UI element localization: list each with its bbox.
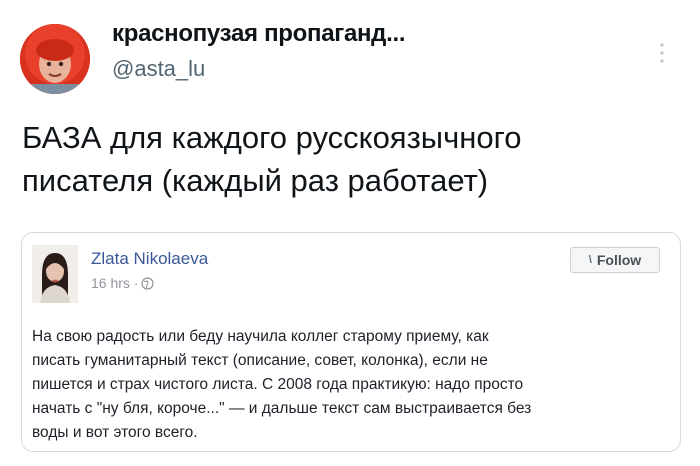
quoted-post-text-line: пишется и страх чистого листа. С 2008 го… bbox=[32, 376, 524, 393]
rss-icon: \ bbox=[588, 254, 592, 266]
tweet-text-line: писателя (каждый раз работает) bbox=[22, 163, 489, 198]
quoted-author-name[interactable]: Zlata Nikolaeva bbox=[91, 249, 208, 269]
author-handle[interactable]: @asta_lu bbox=[112, 56, 205, 82]
avatar-image bbox=[20, 24, 90, 94]
more-vertical-icon[interactable] bbox=[654, 40, 670, 66]
tweet: краснопузая пропаганд... @asta_lu БАЗА д… bbox=[0, 0, 700, 466]
follow-label: Follow bbox=[596, 252, 642, 268]
quoted-author-avatar[interactable] bbox=[32, 245, 78, 303]
quoted-post-text: На свою радость или беду научила коллег … bbox=[32, 325, 672, 445]
quoted-post-meta: 16 hrs · bbox=[91, 275, 155, 291]
quoted-post-text-line: писать гуманитарный текст (описание, сов… bbox=[32, 352, 488, 369]
quoted-post-text-line: начать с "ну бля, короче..." — и дальше … bbox=[32, 400, 532, 417]
author-name[interactable]: краснопузая пропаганд... bbox=[112, 20, 406, 48]
tweet-text: БАЗА для каждого русскоязычного писателя… bbox=[22, 116, 682, 202]
author-avatar[interactable] bbox=[20, 24, 90, 94]
tweet-text-line: БАЗА для каждого русскоязычного bbox=[22, 120, 522, 155]
follow-button[interactable]: \ Follow bbox=[570, 247, 660, 273]
quoted-avatar-image bbox=[32, 245, 78, 303]
quoted-post-card[interactable]: Zlata Nikolaeva 16 hrs · \ Follow На сво… bbox=[21, 232, 681, 452]
quoted-post-text-line: воды и вот этого всего. bbox=[32, 424, 198, 441]
globe-icon bbox=[141, 276, 155, 290]
quoted-post-text-line: На свою радость или беду научила коллег … bbox=[32, 328, 489, 345]
quoted-post-time[interactable]: 16 hrs · bbox=[91, 275, 138, 291]
